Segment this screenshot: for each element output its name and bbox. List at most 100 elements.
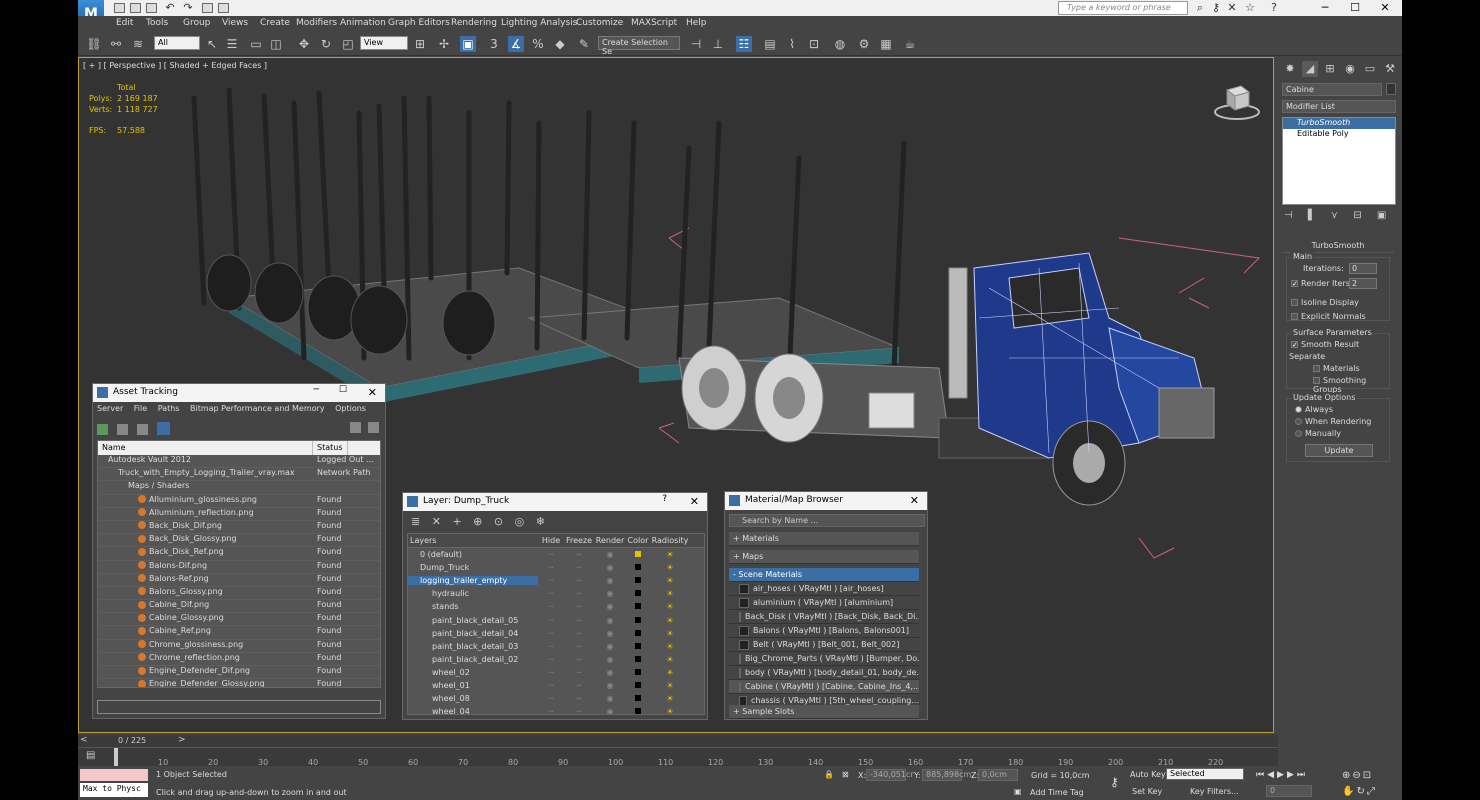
material-item[interactable]: Balons ( VRayMtl ) [Balons, Balons001] xyxy=(729,624,919,638)
col-hide[interactable]: Hide xyxy=(538,534,564,547)
layer-row[interactable]: wheel_02 ┄ ┄ ◉ ☀ xyxy=(408,666,704,679)
always-option[interactable]: Always xyxy=(1295,405,1333,414)
color-swatch[interactable] xyxy=(626,576,650,585)
layer-manager-icon[interactable]: ☷ xyxy=(736,36,752,52)
viewcube-icon[interactable] xyxy=(1214,84,1260,120)
render-iters-checkbox[interactable]: ✓ xyxy=(1291,280,1298,288)
object-name-field[interactable]: Cabine xyxy=(1282,83,1382,96)
rendered-frame-icon[interactable]: ▦ xyxy=(878,36,894,52)
hide-toggle[interactable]: ┄ xyxy=(538,589,564,598)
material-browser-titlebar[interactable]: Material/Map Browser ✕ xyxy=(725,492,927,510)
layer-row[interactable]: wheel_08 ┄ ┄ ◉ ☀ xyxy=(408,692,704,705)
layer-dialog-titlebar[interactable]: Layer: Dump_Truck ? ✕ xyxy=(403,493,707,511)
update-button[interactable]: Update xyxy=(1305,444,1373,457)
menu-maxscript[interactable]: MAXScript xyxy=(631,18,677,28)
menu-modifiers[interactable]: Modifiers xyxy=(296,18,337,28)
material-item[interactable]: Back_Disk ( VRayMtl ) [Back_Disk, Back_D… xyxy=(729,610,919,624)
rotate-icon[interactable]: ↻ xyxy=(318,36,334,52)
hide-toggle[interactable]: ┄ xyxy=(538,642,564,651)
menu-server[interactable]: Server xyxy=(97,404,123,413)
named-selection-dropdown[interactable]: Create Selection Se xyxy=(598,36,680,56)
render-toggle[interactable]: ◉ xyxy=(594,589,626,598)
project-folder-icon[interactable] xyxy=(218,3,229,13)
select-manipulate-icon[interactable]: ✢ xyxy=(436,36,452,52)
favorites-icon[interactable]: ☆ xyxy=(1244,2,1256,14)
track-bar-icon[interactable]: ▤ xyxy=(86,750,95,761)
asset-row[interactable]: Chrome_glossiness.png Found xyxy=(98,640,380,653)
manually-radio[interactable] xyxy=(1295,430,1302,437)
display-tab-icon[interactable]: ▭ xyxy=(1362,61,1378,77)
isoline-option[interactable]: Isoline Display xyxy=(1291,298,1359,307)
render-toggle[interactable]: ◉ xyxy=(594,602,626,611)
render-toggle[interactable]: ◉ xyxy=(594,707,626,714)
hide-toggle[interactable]: ┄ xyxy=(538,616,564,625)
stack-item-turbosmooth[interactable]: TurboSmooth xyxy=(1283,118,1395,129)
material-item[interactable]: Cabine ( VRayMtl ) [Cabine, Cabine_Ins_4… xyxy=(729,680,919,694)
mirror-icon[interactable]: ⊣ xyxy=(688,36,704,52)
time-marker[interactable] xyxy=(114,748,118,766)
add-layer-icon[interactable]: + xyxy=(452,515,461,528)
set-key-icon[interactable]: ⚷ xyxy=(1110,775,1119,789)
radiosity-toggle[interactable]: ☀ xyxy=(650,668,690,677)
show-end-result-icon[interactable]: ▌ xyxy=(1308,210,1316,221)
lock-selection-icon[interactable]: 🔒 xyxy=(824,770,834,779)
snaps-toggle-icon[interactable]: 3 xyxy=(486,36,502,52)
menu-views[interactable]: Views xyxy=(222,18,248,28)
minimize-icon[interactable]: ─ xyxy=(314,385,319,395)
always-radio[interactable] xyxy=(1295,406,1302,413)
open-file-icon[interactable] xyxy=(130,3,141,13)
color-swatch[interactable] xyxy=(626,589,650,598)
material-item[interactable]: aluminium ( VRayMtl ) [aluminium] xyxy=(729,596,919,610)
freeze-toggle[interactable]: ┄ xyxy=(564,694,594,703)
add-to-layer-icon[interactable]: ⊕ xyxy=(473,515,482,528)
freeze-toggle[interactable]: ┄ xyxy=(564,681,594,690)
menu-lighting-analysis[interactable]: Lighting Analysis xyxy=(501,18,577,28)
freeze-toggle[interactable]: ┄ xyxy=(564,550,594,559)
slider-prev-icon[interactable]: < xyxy=(80,735,88,745)
hide-toggle[interactable]: ┄ xyxy=(538,550,564,559)
color-swatch[interactable] xyxy=(626,681,650,690)
render-toggle[interactable]: ◉ xyxy=(594,642,626,651)
bind-space-warp-icon[interactable]: ≋ xyxy=(130,36,146,52)
asset-row[interactable]: Balons_Glossy.png Found xyxy=(98,587,380,601)
nav-orbit-icons[interactable]: ✋↻⤢ xyxy=(1342,786,1377,797)
col-radiosity[interactable]: Radiosity xyxy=(650,534,690,547)
iterations-spinner[interactable]: 0 xyxy=(1349,263,1377,274)
color-swatch[interactable] xyxy=(626,707,650,714)
radiosity-toggle[interactable]: ☀ xyxy=(650,707,690,714)
render-toggle[interactable]: ◉ xyxy=(594,550,626,559)
window-crossing-icon[interactable]: ◫ xyxy=(268,36,284,52)
new-file-icon[interactable] xyxy=(114,3,125,13)
col-freeze[interactable]: Freeze xyxy=(564,534,594,547)
z-coord-field[interactable]: 0,0cm xyxy=(978,769,1018,781)
unlink-icon[interactable]: ⚯ xyxy=(108,36,124,52)
render-iters-option[interactable]: ✓ Render Iters: xyxy=(1291,279,1353,288)
tools-icon[interactable]: ✕ xyxy=(1226,2,1238,14)
render-toggle[interactable]: ◉ xyxy=(594,655,626,664)
radiosity-toggle[interactable]: ☀ xyxy=(650,550,690,559)
minimize-button[interactable]: ─ xyxy=(1310,0,1340,16)
section-sample-slots[interactable]: + Sample Slots xyxy=(729,705,919,719)
freeze-toggle[interactable]: ┄ xyxy=(564,589,594,598)
maxscript-listener[interactable]: Max to Physc xyxy=(80,783,148,797)
asset-row[interactable]: Alluminium_glossiness.png Found xyxy=(98,495,380,508)
close-button[interactable]: ✕ xyxy=(1370,0,1400,16)
menu-help[interactable]: Help xyxy=(686,18,707,28)
time-slider-frame[interactable]: 0 / 225 xyxy=(118,736,146,745)
asset-row[interactable]: Alluminium_reflection.png Found xyxy=(98,508,380,521)
render-toggle[interactable]: ◉ xyxy=(594,616,626,625)
layers-icon[interactable]: ≣ xyxy=(411,515,420,528)
smoothing-groups-checkbox[interactable] xyxy=(1313,377,1320,384)
redo-icon[interactable]: ↷ xyxy=(182,2,194,14)
delete-layer-icon[interactable]: ✕ xyxy=(432,515,441,528)
freeze-toggle[interactable]: ┄ xyxy=(564,655,594,664)
make-unique-icon[interactable]: ⋎ xyxy=(1331,210,1338,221)
select-object-icon[interactable]: ↖ xyxy=(204,36,220,52)
color-swatch[interactable] xyxy=(626,616,650,625)
layer-row[interactable]: paint_black_detail_02 ┄ ┄ ◉ ☀ xyxy=(408,653,704,666)
slider-next-icon[interactable]: > xyxy=(178,735,186,745)
maxscript-listener-top[interactable] xyxy=(80,769,148,781)
render-iters-spinner[interactable]: 2 xyxy=(1349,278,1377,289)
select-in-layer-icon[interactable]: ⊙ xyxy=(494,515,503,528)
time-slider-bar[interactable]: 0 / 225 < > xyxy=(78,735,1278,747)
